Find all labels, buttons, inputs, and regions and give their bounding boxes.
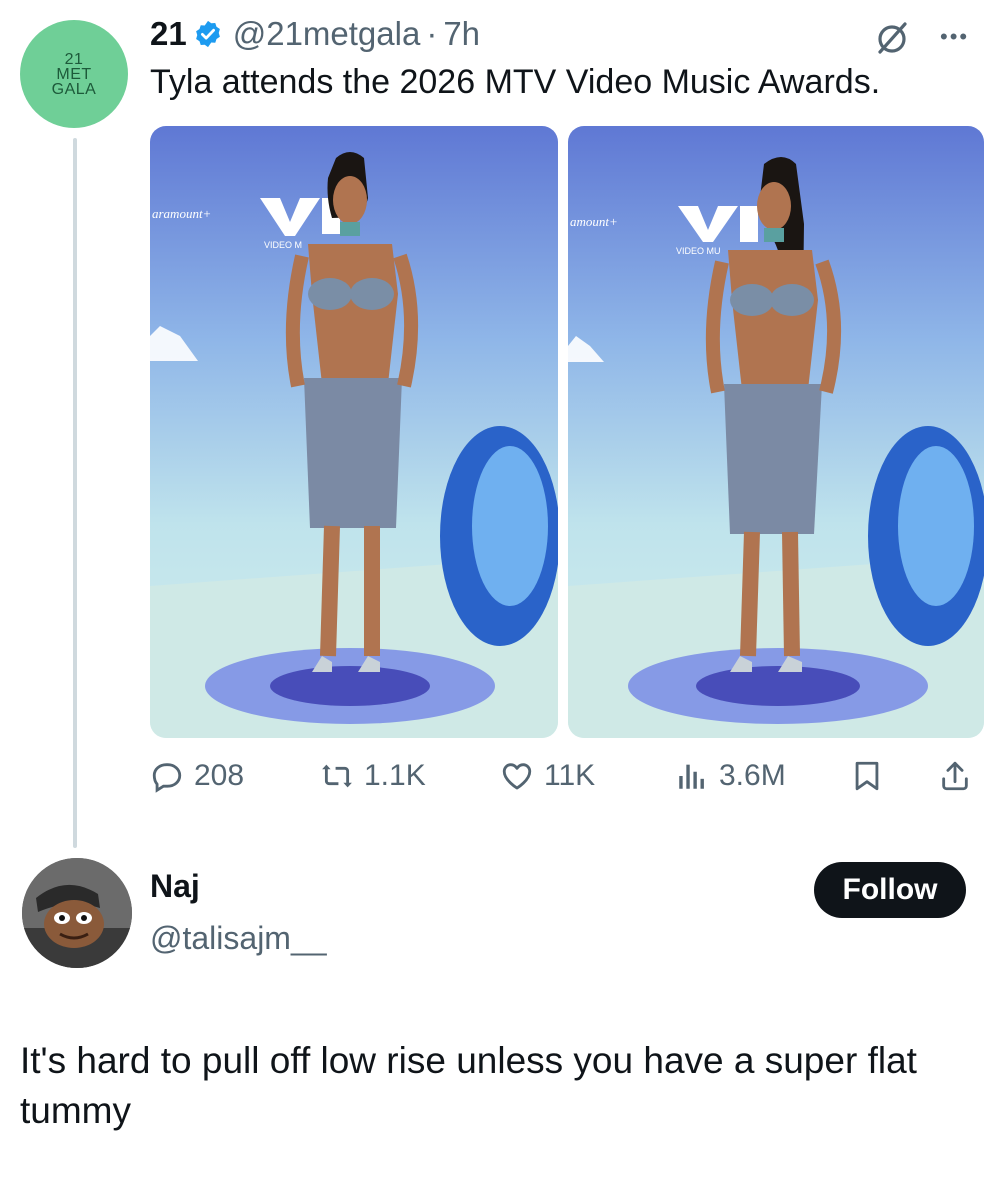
views-button[interactable]: 3.6M [675, 759, 786, 793]
views-icon [679, 764, 704, 789]
like-button[interactable]: 11K [500, 759, 595, 793]
tweet-photo-2[interactable]: amount+ VIDEO MU [568, 126, 984, 738]
follow-button[interactable]: Follow [814, 862, 966, 918]
tweet-action-bar: 208 1.1K 11K 3.6M [150, 752, 980, 800]
heart-icon [502, 763, 532, 790]
share-icon [942, 761, 968, 791]
reply-button[interactable]: 208 [150, 759, 244, 793]
bookmark-button[interactable] [850, 759, 884, 793]
author-avatar[interactable]: 21 MET GALA [20, 20, 128, 128]
reply-count: 208 [194, 759, 245, 792]
tweet-header: 21 @21metgala · 7h [150, 12, 480, 56]
avatar-text-line-2: MET [56, 65, 92, 83]
like-count: 11K [544, 759, 596, 792]
svg-text:amount+: amount+ [570, 214, 618, 229]
bookmark-icon [855, 761, 879, 791]
tweet-time[interactable]: 7h [443, 15, 480, 53]
author-handle[interactable]: @21metgala [233, 15, 421, 53]
grok-icon[interactable] [872, 18, 912, 58]
reply-author-handle[interactable]: @talisajm__ [150, 920, 327, 957]
svg-text:VIDEO M: VIDEO M [264, 240, 302, 250]
views-count: 3.6M [719, 759, 786, 792]
verified-badge-icon [195, 20, 220, 48]
svg-text:aramount+: aramount+ [152, 206, 211, 221]
svg-text:VIDEO MU: VIDEO MU [676, 246, 721, 256]
repost-count: 1.1K [364, 759, 426, 792]
repost-button[interactable]: 1.1K [320, 759, 426, 793]
tweet-text: Tyla attends the 2026 MTV Video Music Aw… [150, 63, 881, 101]
reply-author-avatar[interactable] [22, 858, 132, 968]
repost-icon [322, 764, 352, 788]
reply-author-name[interactable]: Naj [150, 868, 200, 905]
photo-1-illustration: aramount+ VIDEO M [150, 152, 558, 738]
more-icon[interactable]: ••• [940, 24, 969, 50]
tweet-photo-1[interactable]: aramount+ VIDEO M [150, 126, 558, 738]
avatar-text-line-3: GALA [51, 80, 97, 98]
reply-text: It's hard to pull off low rise unless yo… [20, 1040, 917, 1131]
reply-avatar-illustration [22, 858, 132, 968]
photo-2-illustration: amount+ VIDEO MU [568, 157, 984, 738]
share-button[interactable] [938, 759, 972, 793]
reply-icon [152, 763, 182, 793]
thread-connector-line [73, 138, 77, 848]
author-display-name[interactable]: 21 [150, 15, 187, 53]
avatar-text-line-1: 21 [64, 50, 84, 68]
separator-dot: · [426, 15, 438, 52]
